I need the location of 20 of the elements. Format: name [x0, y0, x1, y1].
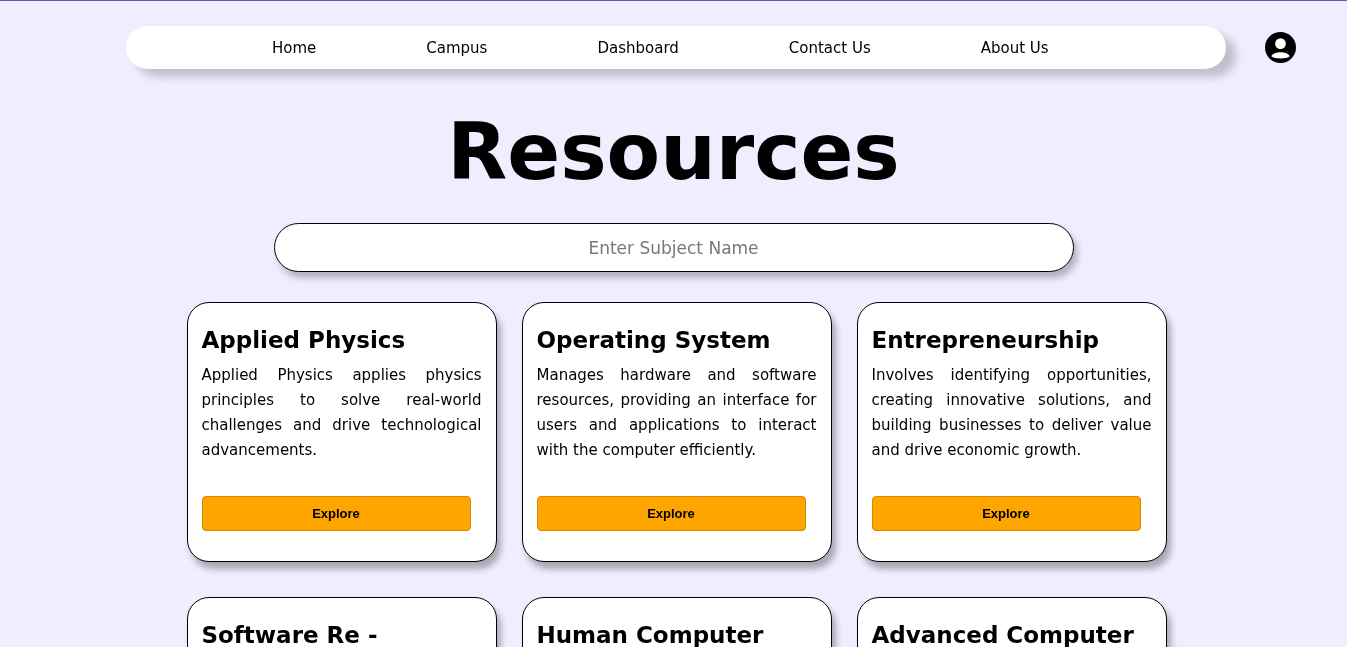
explore-button[interactable]: Explore [536, 496, 806, 531]
card-description: Manages hardware and software resources, providing an interface for users and applications to interact with the computer efficiently. [536, 365, 817, 461]
card-description: Applied Physics applies physics principles to solve real-world challenges and drive technological advancements. [201, 365, 482, 461]
nav-link[interactable]: Campus [426, 38, 488, 57]
nav-link[interactable]: Contact Us [788, 38, 871, 57]
card-title: Software Re - [201, 621, 379, 647]
card-title: Entrepreneurship [871, 326, 1101, 355]
card-title: Operating System [536, 326, 772, 355]
user-avatar-icon[interactable] [1265, 32, 1296, 63]
card-title: Applied Physics [201, 326, 407, 355]
nav-link[interactable]: Home [272, 38, 317, 57]
card-description: Involves identifying opportunities, creating innovative solutions, and building businesses to deliver value and drive economic growth. [871, 365, 1152, 461]
card-title: Human Computer [536, 621, 765, 647]
nav-link[interactable]: About Us [980, 38, 1049, 57]
card-title: Advanced Computer [871, 621, 1135, 647]
explore-button[interactable]: Explore [201, 496, 471, 531]
page-title: Resources [446, 107, 901, 197]
explore-button[interactable]: Explore [871, 496, 1141, 531]
search-field[interactable]: Enter Subject Name [273, 223, 1074, 272]
nav-link[interactable]: Dashboard [597, 38, 679, 57]
